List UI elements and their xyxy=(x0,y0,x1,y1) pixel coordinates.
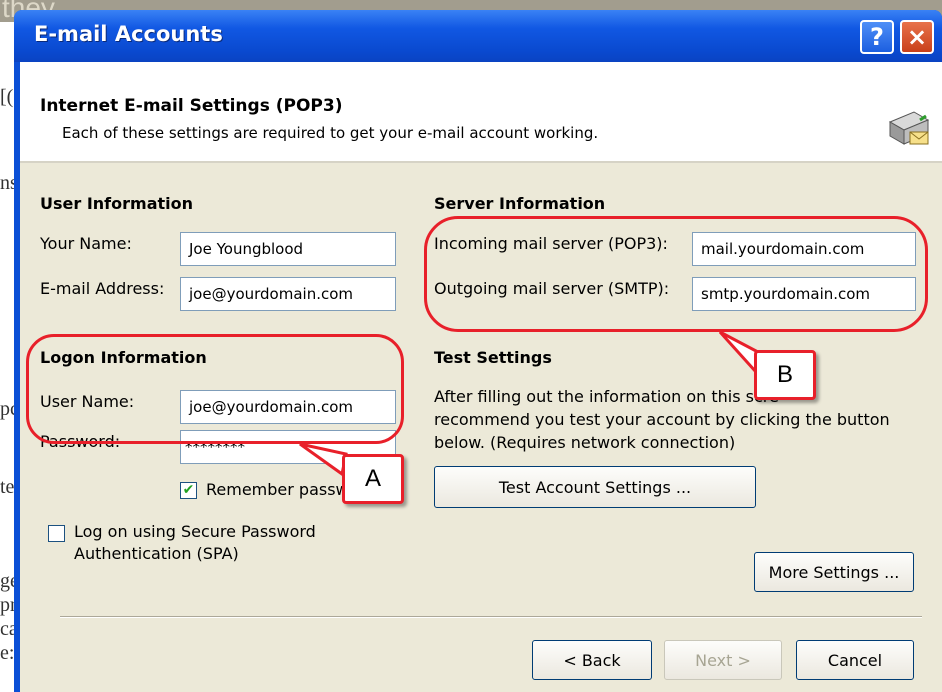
test-settings-text-line1: After filling out the information on thi… xyxy=(434,387,779,406)
header-title: Internet E-mail Settings (POP3) xyxy=(40,96,343,116)
your-name-label: Your Name: xyxy=(40,234,132,253)
spa-checkbox[interactable] xyxy=(48,525,65,542)
close-button[interactable]: × xyxy=(900,20,934,54)
help-button[interactable]: ? xyxy=(860,20,894,54)
background-fragment: ge xyxy=(0,570,14,592)
help-icon: ? xyxy=(870,23,884,51)
title-bar[interactable]: E-mail Accounts ? × xyxy=(14,10,942,62)
background-fragment: pr xyxy=(0,594,14,616)
test-settings-text-line2: recommend you test your account by click… xyxy=(434,410,890,429)
background-fragment: ca xyxy=(0,618,14,640)
back-button[interactable]: < Back xyxy=(532,640,652,680)
mail-server-icon xyxy=(884,104,932,156)
header-description: Each of these settings are required to g… xyxy=(62,124,599,142)
callout-b-pointer xyxy=(718,330,760,376)
test-settings-text-line3: below. (Requires network connection) xyxy=(434,433,736,452)
email-accounts-dialog: E-mail Accounts ? × Internet E-mail Sett… xyxy=(14,10,942,692)
remember-password-label: Remember passw xyxy=(206,480,349,499)
footer-separator xyxy=(60,616,922,618)
background-fragment: [( xyxy=(0,86,14,108)
test-settings-heading: Test Settings xyxy=(434,348,552,367)
next-button[interactable]: Next > xyxy=(664,640,782,680)
outgoing-server-input[interactable]: smtp.yourdomain.com xyxy=(692,277,916,311)
close-icon: × xyxy=(906,23,928,51)
background-fragment: e: xyxy=(0,642,14,664)
user-information-heading: User Information xyxy=(40,194,193,213)
window-title: E-mail Accounts xyxy=(34,22,223,46)
password-label: Password: xyxy=(40,432,121,451)
user-name-label: User Name: xyxy=(40,392,135,411)
background-fragment: pc xyxy=(0,398,14,420)
spa-label-line2: Authentication (SPA) xyxy=(74,544,239,563)
dialog-client-area: Internet E-mail Settings (POP3) Each of … xyxy=(20,62,942,692)
cancel-button[interactable]: Cancel xyxy=(796,640,914,680)
test-account-settings-button[interactable]: Test Account Settings ... xyxy=(434,466,756,508)
callout-a: A xyxy=(342,454,404,504)
outgoing-server-label: Outgoing mail server (SMTP): xyxy=(434,279,670,298)
remember-password-checkbox[interactable]: ✔ xyxy=(180,482,197,499)
spa-label-line1: Log on using Secure Password xyxy=(74,522,316,541)
more-settings-button[interactable]: More Settings ... xyxy=(754,552,914,592)
server-information-heading: Server Information xyxy=(434,194,606,213)
email-address-label: E-mail Address: xyxy=(40,279,165,298)
your-name-input[interactable]: Joe Youngblood xyxy=(180,232,396,266)
background-fragment: te xyxy=(0,476,14,498)
user-name-input[interactable]: joe@yourdomain.com xyxy=(180,390,396,424)
incoming-server-input[interactable]: mail.yourdomain.com xyxy=(692,232,916,266)
logon-information-heading: Logon Information xyxy=(40,348,207,367)
header-band: Internet E-mail Settings (POP3) Each of … xyxy=(20,62,942,163)
email-address-input[interactable]: joe@yourdomain.com xyxy=(180,277,396,311)
callout-b: B xyxy=(754,350,816,400)
incoming-server-label: Incoming mail server (POP3): xyxy=(434,234,668,253)
background-fragment: ns xyxy=(0,172,14,194)
